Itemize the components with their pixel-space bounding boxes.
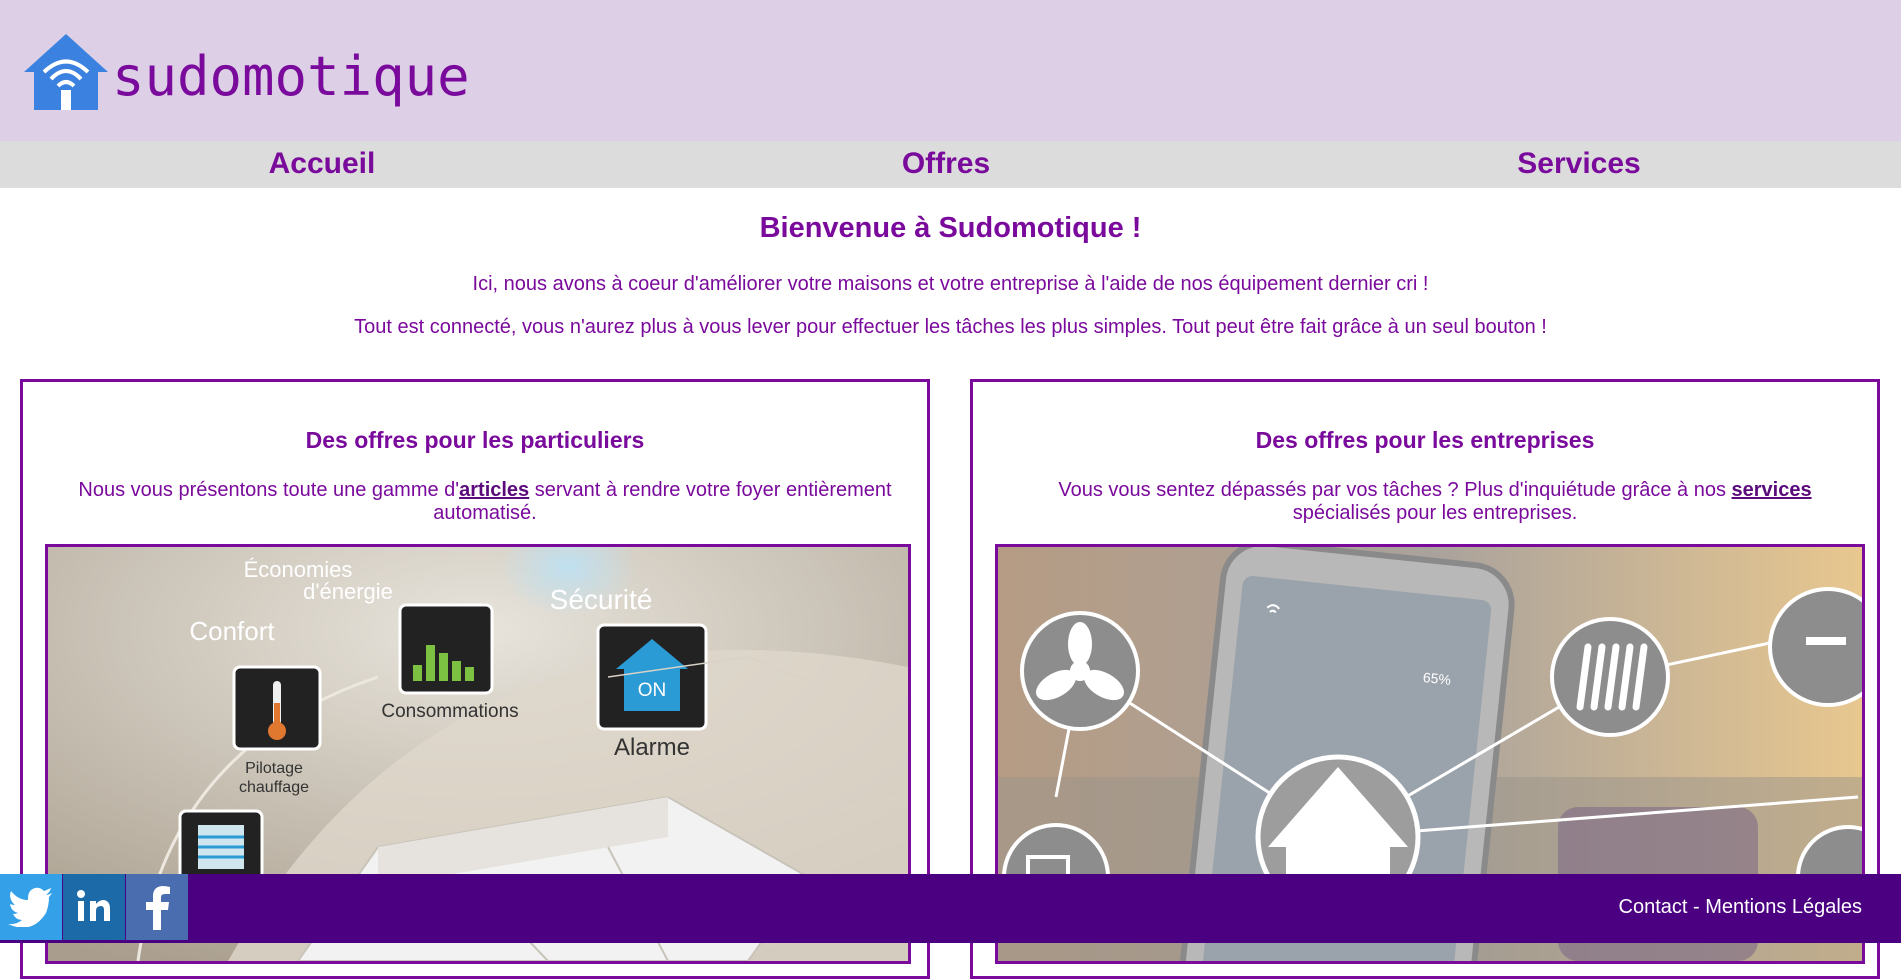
site-header: sudomotique xyxy=(0,0,1901,141)
svg-text:ON: ON xyxy=(638,680,667,701)
svg-text:Pilotage: Pilotage xyxy=(245,760,303,777)
svg-text:Sécurité: Sécurité xyxy=(550,584,653,615)
intro-paragraph-1: Ici, nous avons à coeur d'améliorer votr… xyxy=(472,273,1429,295)
linkedin-link[interactable] xyxy=(63,874,125,940)
site-footer: Contact - Mentions Légales xyxy=(0,874,1901,943)
footer-links: Contact - Mentions Légales xyxy=(1619,896,1863,919)
facebook-link[interactable] xyxy=(126,874,188,940)
svg-text:d'énergie: d'énergie xyxy=(303,579,393,604)
nav-item-services[interactable]: Services xyxy=(1517,147,1640,181)
svg-text:chauffage: chauffage xyxy=(239,779,309,796)
intro-paragraph-2: Tout est connecté, vous n'aurez plus à v… xyxy=(354,316,1547,338)
nav-item-offres[interactable]: Offres xyxy=(902,147,990,181)
svg-text:Consommations: Consommations xyxy=(381,701,518,722)
svg-text:Confort: Confort xyxy=(189,616,275,646)
page-title: Bienvenue à Sudomotique ! xyxy=(759,212,1142,244)
svg-text:Alarme: Alarme xyxy=(614,734,690,761)
legal-notice-link[interactable]: Mentions Légales xyxy=(1705,896,1862,918)
linkedin-icon xyxy=(77,890,110,921)
services-link[interactable]: services xyxy=(1732,479,1812,501)
svg-text:sudomotique: sudomotique xyxy=(112,45,470,108)
main-nav: Accueil Offres Services xyxy=(0,141,1901,188)
card-title: Des offres pour les particuliers xyxy=(305,427,645,453)
contact-link[interactable]: Contact xyxy=(1619,896,1688,918)
card-title: Des offres pour les entreprises xyxy=(1255,427,1595,453)
card-description: Vous vous sentez dépassés par vos tâches… xyxy=(1058,479,1812,524)
card-description: Nous vous présentons toute une gamme d'a… xyxy=(78,479,892,524)
twitter-link[interactable] xyxy=(0,874,62,940)
svg-text:65%: 65% xyxy=(1422,669,1452,688)
footer-separator: - xyxy=(1687,896,1706,918)
sudomotique-logo[interactable]: sudomotique xyxy=(24,32,474,114)
house-wifi-icon xyxy=(24,34,108,110)
articles-link[interactable]: articles xyxy=(459,479,529,501)
twitter-icon xyxy=(8,887,52,927)
nav-item-accueil[interactable]: Accueil xyxy=(269,147,376,181)
facebook-icon xyxy=(146,886,170,930)
